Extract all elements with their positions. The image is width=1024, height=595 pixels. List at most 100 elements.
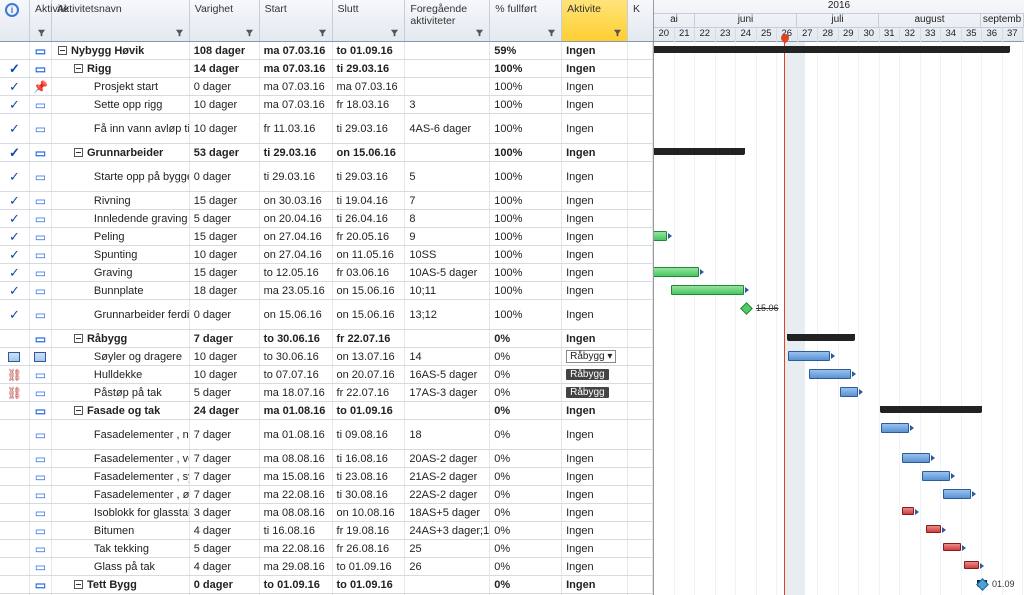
task-row[interactable]: Søyler og dragere10 dagerto 30.06.16on 1… — [0, 348, 653, 366]
cell-mode[interactable]: Ingen — [562, 486, 628, 503]
cell-pred[interactable]: 8 — [405, 210, 490, 227]
cell-mode[interactable]: Ingen — [562, 558, 628, 575]
cell-start[interactable]: ti 16.08.16 — [260, 522, 333, 539]
cell-end[interactable]: ti 29.03.16 — [333, 162, 406, 191]
toggle-icon[interactable] — [74, 64, 83, 73]
cell-pred[interactable]: 22AS-2 dager — [405, 486, 490, 503]
cell-name[interactable]: Bitumen — [52, 522, 190, 539]
cell-complete[interactable]: 100% — [490, 114, 562, 143]
cell-end[interactable]: ti 09.08.16 — [333, 420, 406, 449]
gantt-bar[interactable] — [654, 267, 699, 277]
cell-name[interactable]: Graving — [52, 264, 190, 281]
cell-start[interactable]: ma 15.08.16 — [260, 468, 333, 485]
cell-complete[interactable]: 100% — [490, 210, 562, 227]
cell-pred[interactable]: 5 — [405, 162, 490, 191]
filter-icon[interactable] — [245, 28, 254, 37]
col-end[interactable]: Slutt — [333, 0, 406, 41]
task-row[interactable]: ✓▭Få inn vann avløp til rigg10 dagerfr 1… — [0, 114, 653, 144]
gantt-bar[interactable] — [943, 489, 971, 499]
task-row[interactable]: ✓▭Spunting10 dageron 27.04.16on 11.05.16… — [0, 246, 653, 264]
cell-complete[interactable]: 0% — [490, 330, 562, 347]
cell-end[interactable]: fr 03.06.16 — [333, 264, 406, 281]
filter-icon[interactable] — [175, 28, 184, 37]
cell-name[interactable]: Rigg — [52, 60, 190, 77]
cell-start[interactable]: to 07.07.16 — [260, 366, 333, 383]
cell-start[interactable]: ma 08.08.16 — [260, 504, 333, 521]
cell-name[interactable]: Glass på tak — [52, 558, 190, 575]
cell-duration[interactable]: 7 dager — [190, 330, 260, 347]
gantt-bar[interactable] — [902, 507, 914, 515]
col-predecessors[interactable]: Foregående aktiviteter — [405, 0, 490, 41]
cell-start[interactable]: ma 07.03.16 — [260, 60, 333, 77]
cell-end[interactable]: ti 23.08.16 — [333, 468, 406, 485]
cell-duration[interactable]: 5 dager — [190, 210, 260, 227]
cell-start[interactable]: on 27.04.16 — [260, 246, 333, 263]
gantt-summary[interactable] — [788, 334, 854, 341]
col-name[interactable]: Aktivitetsnavn — [52, 0, 190, 41]
gantt-bar[interactable] — [788, 351, 830, 361]
cell-duration[interactable]: 10 dager — [190, 96, 260, 113]
task-row[interactable]: ▭Råbygg7 dagerto 30.06.16fr 22.07.160%In… — [0, 330, 653, 348]
cell-name[interactable]: Fasadelementer , nord — [52, 420, 190, 449]
task-row[interactable]: ▭Isoblokk for glasstak3 dagerma 08.08.16… — [0, 504, 653, 522]
cell-duration[interactable]: 4 dager — [190, 522, 260, 539]
cell-name[interactable]: Sette opp rigg — [52, 96, 190, 113]
task-row[interactable]: ✓▭Sette opp rigg10 dagerma 07.03.16fr 18… — [0, 96, 653, 114]
task-row[interactable]: ✓▭Peling15 dageron 27.04.16fr 20.05.1691… — [0, 228, 653, 246]
cell-end[interactable]: ti 29.03.16 — [333, 60, 406, 77]
cell-name[interactable]: Innledende graving — [52, 210, 190, 227]
task-row[interactable]: ▭Tak tekking5 dagerma 22.08.16fr 26.08.1… — [0, 540, 653, 558]
cell-duration[interactable]: 10 dager — [190, 246, 260, 263]
cell-mode[interactable]: Ingen — [562, 228, 628, 245]
cell-name[interactable]: Isoblokk for glasstak — [52, 504, 190, 521]
task-row[interactable]: ✓▭Rigg14 dagerma 07.03.16ti 29.03.16100%… — [0, 60, 653, 78]
cell-name[interactable]: Bunnplate — [52, 282, 190, 299]
filter-icon[interactable] — [547, 28, 556, 37]
cell-end[interactable]: to 01.09.16 — [333, 576, 406, 593]
cell-end[interactable]: on 20.07.16 — [333, 366, 406, 383]
col-activity-type[interactable]: Aktivite — [30, 0, 52, 41]
cell-mode[interactable]: Ingen — [562, 576, 628, 593]
cell-start[interactable]: ma 01.08.16 — [260, 402, 333, 419]
cell-complete[interactable]: 100% — [490, 162, 562, 191]
cell-end[interactable]: to 01.09.16 — [333, 558, 406, 575]
cell-start[interactable]: ma 22.08.16 — [260, 486, 333, 503]
task-row[interactable]: ▭Fasadelementer , øst7 dagerma 22.08.16t… — [0, 486, 653, 504]
cell-end[interactable]: ti 19.04.16 — [333, 192, 406, 209]
task-row[interactable]: ✓▭Bunnplate18 dagerma 23.05.16on 15.06.1… — [0, 282, 653, 300]
cell-complete[interactable]: 100% — [490, 192, 562, 209]
cell-duration[interactable]: 10 dager — [190, 348, 260, 365]
cell-end[interactable]: ti 29.03.16 — [333, 114, 406, 143]
cell-start[interactable]: on 30.03.16 — [260, 192, 333, 209]
cell-complete[interactable]: 0% — [490, 504, 562, 521]
cell-start[interactable]: ma 07.03.16 — [260, 42, 333, 59]
cell-duration[interactable]: 18 dager — [190, 282, 260, 299]
col-mode[interactable]: Aktivite — [562, 0, 628, 41]
task-row[interactable]: ▭Fasade og tak24 dagerma 01.08.16to 01.0… — [0, 402, 653, 420]
cell-duration[interactable]: 24 dager — [190, 402, 260, 419]
cell-mode[interactable]: Ingen — [562, 282, 628, 299]
cell-complete[interactable]: 100% — [490, 282, 562, 299]
cell-pred[interactable]: 13;12 — [405, 300, 490, 329]
cell-name[interactable]: Grunnarbeider ferdige — [52, 300, 190, 329]
cell-mode[interactable]: Ingen — [562, 192, 628, 209]
cell-start[interactable]: ma 07.03.16 — [260, 78, 333, 95]
cell-mode[interactable]: Ingen — [562, 450, 628, 467]
cell-start[interactable]: on 27.04.16 — [260, 228, 333, 245]
toggle-icon[interactable] — [58, 46, 67, 55]
cell-start[interactable]: ma 22.08.16 — [260, 540, 333, 557]
cell-duration[interactable]: 7 dager — [190, 468, 260, 485]
task-row[interactable]: ✓📌Prosjekt start0 dagerma 07.03.16ma 07.… — [0, 78, 653, 96]
cell-complete[interactable]: 100% — [490, 96, 562, 113]
cell-end[interactable]: on 13.07.16 — [333, 348, 406, 365]
cell-start[interactable]: ma 18.07.16 — [260, 384, 333, 401]
cell-duration[interactable]: 0 dager — [190, 300, 260, 329]
filter-icon[interactable] — [613, 28, 622, 37]
cell-name[interactable]: Få inn vann avløp til rigg — [52, 114, 190, 143]
cell-duration[interactable]: 10 dager — [190, 114, 260, 143]
cell-mode[interactable]: Råbygg — [562, 366, 628, 383]
cell-end[interactable]: on 11.05.16 — [333, 246, 406, 263]
cell-end[interactable]: on 10.08.16 — [333, 504, 406, 521]
cell-mode[interactable]: Ingen — [562, 60, 628, 77]
cell-mode[interactable]: Ingen — [562, 144, 628, 161]
